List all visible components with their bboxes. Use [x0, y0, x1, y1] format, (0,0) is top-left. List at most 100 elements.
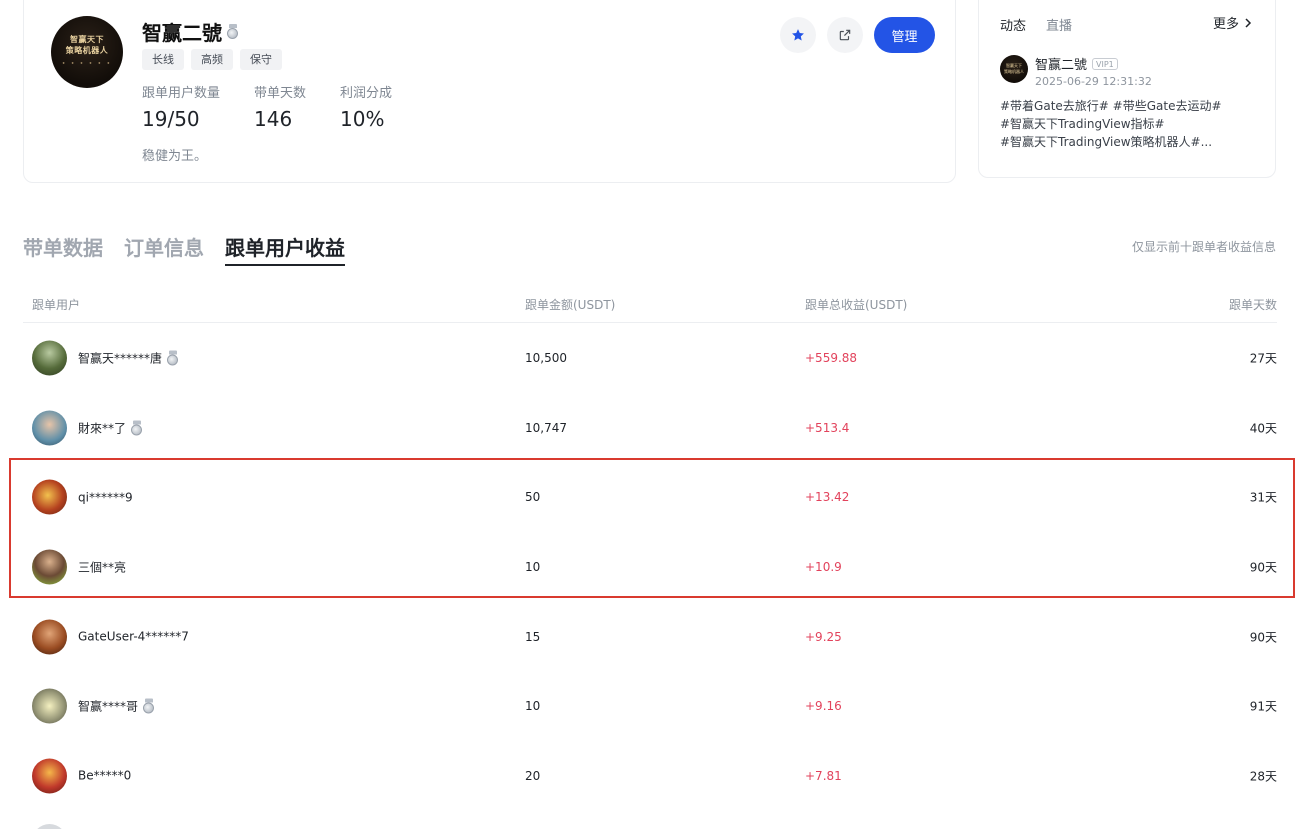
- share-icon: [839, 29, 851, 41]
- header-total-profit: 跟单总收益(USDT): [805, 298, 908, 312]
- follow-amount: 50: [525, 490, 541, 505]
- follower-cell[interactable]: Be*****0: [32, 758, 132, 794]
- stat-value: 146: [254, 107, 293, 131]
- follow-days: 31天: [1249, 490, 1277, 505]
- follower-cell[interactable]: 財來**了: [32, 410, 143, 446]
- table-row: 智赢天******唐 10,500 +559.88 27天: [23, 323, 1277, 393]
- header-follower: 跟单用户: [32, 298, 81, 312]
- follow-amount: 10,500: [525, 350, 567, 365]
- header-days: 跟单天数: [1228, 298, 1277, 312]
- follow-days: 90天: [1249, 630, 1277, 645]
- total-profit: +10.9: [805, 559, 842, 574]
- total-profit: +513.4: [805, 420, 850, 435]
- follower-cell[interactable]: qi******9: [32, 479, 133, 515]
- tag-conservative: 保守: [240, 49, 282, 70]
- follower-cell[interactable]: 智赢****哥: [32, 688, 155, 724]
- follow-amount: 10: [525, 699, 541, 714]
- follow-amount: 15: [525, 629, 541, 644]
- feed-post-line: #智赢天下TradingView策略机器人#...: [1000, 135, 1213, 149]
- star-icon: [792, 29, 804, 41]
- feed-post-author: 智赢天下 策略机器人 智赢二號 VIP1 2025-06-29 12:31:32: [1000, 54, 1152, 88]
- stat-lead-days: 带单天数 146: [254, 82, 306, 131]
- follow-days: 27天: [1249, 351, 1277, 366]
- feed-author-name[interactable]: 智赢二號: [1035, 54, 1087, 73]
- table-row: 三個**亮 10 +10.9 90天: [23, 532, 1277, 602]
- follow-days: 90天: [1249, 560, 1277, 575]
- avatar: [32, 758, 67, 794]
- total-profit: +559.88: [805, 350, 858, 365]
- tab-live[interactable]: 直播: [1046, 15, 1072, 34]
- stat-profit-share: 利润分成 10%: [340, 82, 392, 131]
- follower-name: GateUser-4******7: [78, 629, 189, 644]
- trader-name: 智赢二號: [142, 21, 222, 45]
- avatar: [32, 549, 67, 585]
- trader-stats: 跟单用户数量 19/50 带单天数 146 利润分成 10%: [142, 82, 426, 131]
- follow-amount: 10: [525, 559, 541, 574]
- trader-actions: 管理: [780, 17, 935, 53]
- feed-author-info: 智赢二號 VIP1 2025-06-29 12:31:32: [1035, 54, 1152, 88]
- avatar: [32, 619, 67, 655]
- feed-tabs: 动态 直播: [1000, 15, 1072, 34]
- follow-days: 40天: [1249, 421, 1277, 436]
- follow-amount: 10,747: [525, 420, 567, 435]
- manage-button[interactable]: 管理: [874, 17, 935, 53]
- stat-label: 利润分成: [340, 86, 393, 101]
- total-profit: +9.25: [805, 629, 842, 644]
- trader-avatar-text-line1: 智赢天下: [70, 35, 104, 44]
- trader-avatar-text-line2: 策略机器人: [65, 46, 109, 55]
- trader-description: 稳健为王。: [142, 149, 208, 164]
- follower-name: 三個**亮: [78, 560, 127, 575]
- stat-label: 跟单用户数量: [142, 86, 221, 101]
- tab-activity[interactable]: 动态: [1000, 15, 1026, 34]
- trader-avatar: 智赢天下 策略机器人 • • • • • •: [51, 16, 123, 88]
- follow-days: 28天: [1249, 769, 1277, 784]
- table-row: Be*****0 20 +7.81 28天: [23, 741, 1277, 811]
- trader-profile-card: 智赢天下 策略机器人 • • • • • • 智赢二號 长线 高频 保守 跟单用…: [23, 0, 956, 183]
- follower-name: Be*****0: [78, 768, 132, 783]
- avatar: [32, 340, 67, 376]
- avatar: [32, 410, 67, 446]
- medal-icon: [143, 698, 155, 714]
- tag-high-frequency: 高频: [191, 49, 233, 70]
- partial-row-avatar: [32, 824, 67, 829]
- follower-cell[interactable]: 智赢天******唐: [32, 340, 179, 376]
- feed-post-line: #带着Gate去旅行# #带些Gate去运动#: [1000, 99, 1222, 113]
- medal-icon: [227, 24, 238, 39]
- share-button[interactable]: [827, 17, 863, 53]
- top-ten-note: 仅显示前十跟单者收益信息: [1131, 240, 1276, 254]
- feed-post-line: #智赢天下TradingView指标#: [1000, 117, 1165, 131]
- header-amount: 跟单金额(USDT): [525, 298, 616, 312]
- activity-feed-card: 动态 直播 更多 智赢天下 策略机器人 智赢二號 VIP1 2025-06-29…: [978, 0, 1276, 178]
- tab-order-info[interactable]: 订单信息: [124, 232, 204, 266]
- trader-tags: 长线 高频 保守: [142, 49, 282, 70]
- follower-cell[interactable]: 三個**亮: [32, 549, 127, 585]
- total-profit: +7.81: [805, 768, 842, 783]
- table-row: GateUser-4******7 15 +9.25 90天: [23, 602, 1277, 672]
- table-header: 跟单用户 跟单金额(USDT) 跟单总收益(USDT) 跟单天数: [23, 283, 1277, 323]
- tab-follower-earnings[interactable]: 跟单用户收益: [225, 232, 345, 266]
- avatar: [32, 688, 67, 724]
- stat-label: 带单天数: [254, 86, 307, 101]
- feed-more-link[interactable]: 更多: [1213, 13, 1253, 32]
- table-row: qi******9 50 +13.42 31天: [23, 462, 1277, 532]
- feed-post-text[interactable]: #带着Gate去旅行# #带些Gate去运动# #智赢天下TradingView…: [1000, 97, 1262, 151]
- total-profit: +9.16: [805, 699, 842, 714]
- more-label: 更多: [1212, 17, 1239, 32]
- follower-cell[interactable]: GateUser-4******7: [32, 619, 189, 655]
- chevron-right-icon: [1245, 17, 1252, 28]
- follow-amount: 20: [525, 768, 541, 783]
- avatar-text-line2: 策略机器人: [1004, 69, 1024, 74]
- medal-icon: [167, 350, 179, 366]
- stat-value: 10%: [340, 107, 385, 131]
- tab-lead-data[interactable]: 带单数据: [23, 232, 103, 266]
- avatar: [32, 479, 67, 515]
- feed-author-name-row: 智赢二號 VIP1: [1035, 54, 1152, 73]
- trader-name-row: 智赢二號: [142, 17, 238, 46]
- follower-earnings-table: 跟单用户 跟单金额(USDT) 跟单总收益(USDT) 跟单天数 智赢天****…: [23, 283, 1277, 811]
- follower-name: 智赢****哥: [78, 699, 139, 714]
- vip-badge: VIP1: [1092, 57, 1118, 70]
- follower-name: 智赢天******唐: [78, 351, 163, 366]
- table-row: 智赢****哥 10 +9.16 91天: [23, 671, 1277, 741]
- favorite-button[interactable]: [780, 17, 816, 53]
- trader-avatar-dots: • • • • • •: [62, 61, 112, 67]
